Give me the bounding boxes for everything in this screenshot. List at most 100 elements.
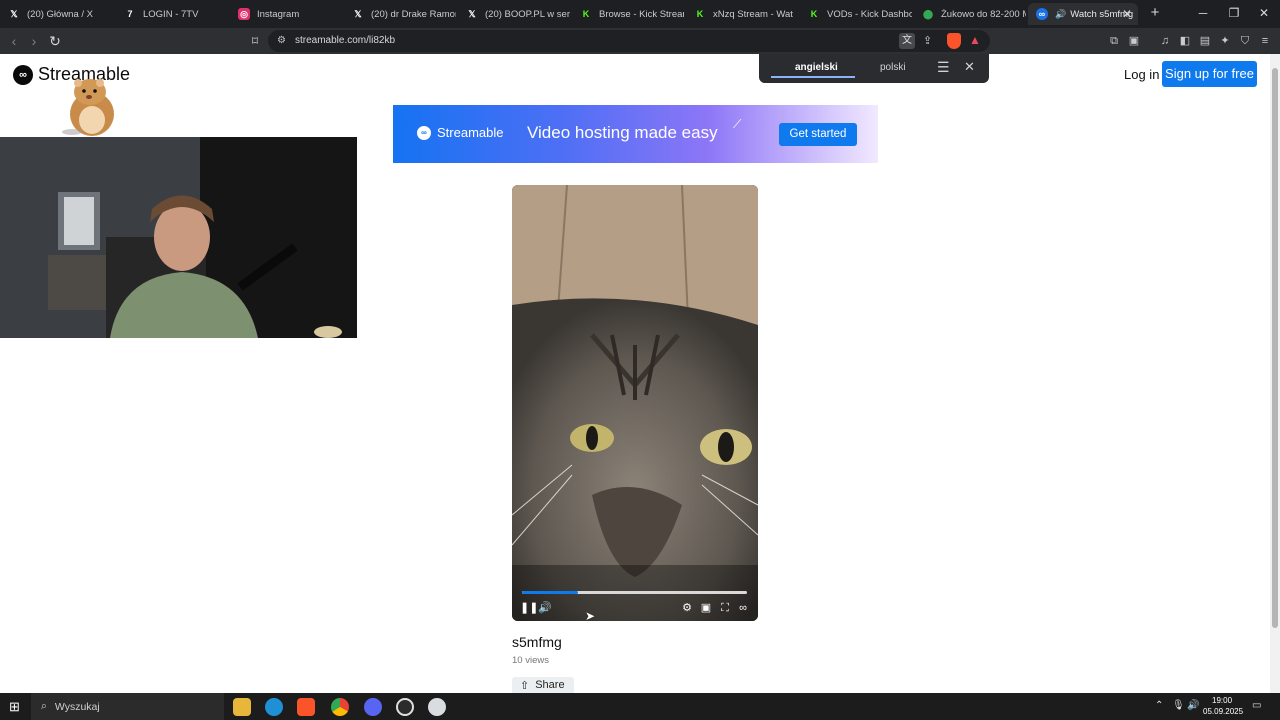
hamburger-menu-icon[interactable]: ☰ [937,59,950,76]
kick-logo-icon: K [582,9,590,19]
url-text: streamable.com/li82kb [295,35,396,46]
clock-time[interactable]: 19:00 [1212,696,1232,705]
kick-logo-icon: K [810,9,818,19]
leo-ai-icon[interactable]: ✦ [1217,33,1233,49]
minimize-icon[interactable]: ─ [1188,4,1218,22]
search-icon: ⌕ [41,700,47,712]
hamster-sticker-image [62,79,114,136]
back-icon[interactable]: ‹ [5,32,23,50]
media-icon[interactable]: ♫ [1157,33,1173,49]
close-icon[interactable]: ✕ [964,59,975,75]
pause-icon[interactable]: ❚❚ [520,601,538,615]
tab-label: (20) BOOP.PL w serwis [485,8,570,20]
menu-icon[interactable]: ≡ [1257,33,1273,49]
tab-label: (20) dr Drake Ramoray [371,8,456,20]
scrollbar-thumb[interactable] [1272,68,1278,628]
page-scrollbar[interactable] [1270,54,1280,693]
x-logo-icon: 𝕏 [468,8,476,19]
banner-tagline: Video hosting made easy [527,123,718,142]
vpn-icon[interactable]: ⛉ [1237,33,1253,49]
streamable-logo-icon: ∞ [1036,8,1048,20]
tray-expand-icon[interactable]: ⌃ [1155,700,1163,711]
share-label: Share [535,679,565,691]
address-bar[interactable]: ⚙ streamable.com/li82kb 文 ⇪ ▲ [268,30,990,52]
streamable-logo-icon: ∞ [13,64,33,85]
tab-x-drake[interactable]: 𝕏 (20) dr Drake Ramoray [344,3,456,25]
reload-icon[interactable]: ↻ [46,32,64,50]
tab-close-icon[interactable]: ✕ [1122,7,1132,21]
window-close-icon[interactable]: ✕ [1249,4,1279,22]
search-placeholder: Wyszukaj [54,700,100,713]
crypto-wallet-icon[interactable]: ▤ [1197,33,1213,49]
app-icon[interactable] [428,698,446,716]
promo-banner[interactable]: ∞ Streamable Video hosting made easy ⟋ G… [393,105,878,163]
get-started-button[interactable]: Get started [779,123,857,146]
translate-source-tab[interactable]: angielski [795,62,838,73]
speaker-icon[interactable]: 🔊 [1187,700,1199,711]
tab-streamable-active[interactable]: ∞ 🔊 Watch s5mfmg ✕ [1028,3,1138,25]
sidebar-icon[interactable]: ◧ [1177,33,1193,49]
clock-date[interactable]: 05.09.2025 [1203,707,1243,716]
tab-google-maps[interactable]: ⬤ Żukowo do 82-200 Ma [914,3,1026,25]
notifications-icon[interactable]: ▭ [1252,700,1261,711]
tab-kick-browse[interactable]: K Browse - Kick Streamin [572,3,684,25]
kick-logo-icon: K [696,9,704,19]
video-player[interactable]: ❚❚ 🔊 ⚙ ▣ ⛶ ∞ [512,185,758,621]
windows-taskbar: ⊞ ⌕ Wyszukaj ⌃ 🎙 🔊 19:00 05.09.2025 ▭ [0,693,1280,720]
login-link[interactable]: Log in [1124,67,1159,82]
share-button[interactable]: ⇧ Share [512,677,574,693]
fullscreen-icon[interactable]: ⛶ [718,601,732,615]
view-count: 10 views [512,655,549,666]
obs-icon[interactable] [396,698,414,716]
edge-browser-icon[interactable] [265,698,283,716]
wallet-icon[interactable]: ▣ [1126,33,1142,49]
chrome-browser-icon[interactable] [331,698,349,716]
video-frame [512,185,758,621]
bookmark-icon[interactable]: ⌑ [246,32,264,50]
share-page-icon[interactable]: ⇪ [923,34,932,47]
banner-brand-text: Streamable [437,125,504,140]
maps-pin-icon: ⬤ [922,8,934,19]
windows-start-icon[interactable]: ⊞ [9,699,20,715]
file-explorer-icon[interactable] [233,698,251,716]
tab-label: (20) Główna / X [27,8,93,20]
mouse-cursor-icon: ➤ [585,609,596,623]
taskbar-search-box[interactable]: ⌕ Wyszukaj [31,693,224,720]
brave-rewards-icon[interactable]: ▲ [969,33,981,47]
tab-label: VODs - Kick Dashboa [827,8,912,20]
browser-tab-strip: 𝕏 (20) Główna / X 7 LOGIN - 7TV ◎ Instag… [0,0,1280,28]
video-progress-bar[interactable] [522,591,747,594]
banner-brand: ∞ Streamable [417,125,503,140]
brave-browser-icon[interactable] [297,698,315,716]
instagram-logo-icon: ◎ [238,8,250,20]
translate-target-tab[interactable]: polski [880,62,906,73]
microphone-icon[interactable]: 🎙 [1172,700,1185,711]
site-info-icon[interactable]: ⚙ [277,35,286,46]
tab-kick-stream[interactable]: K xNzq Stream - Wat [686,3,798,25]
picture-in-picture-icon[interactable]: ▣ [699,601,713,615]
7tv-logo-icon: 7 [127,9,133,19]
translate-icon[interactable]: 文 [899,33,915,49]
webcam-overlay-image [0,137,357,338]
tab-7tv-login[interactable]: 7 LOGIN - 7TV [116,3,228,25]
volume-icon[interactable]: 🔊 [538,601,552,615]
tab-instagram[interactable]: ◎ Instagram [230,3,342,25]
speaker-icon: 🔊 [1055,8,1067,19]
settings-gear-icon[interactable]: ⚙ [680,601,694,615]
forward-icon[interactable]: › [25,32,43,50]
tab-x-home[interactable]: 𝕏 (20) Główna / X [0,3,112,25]
brave-shields-icon[interactable] [947,33,961,49]
tab-x-boop[interactable]: 𝕏 (20) BOOP.PL w serwis [458,3,570,25]
restore-icon[interactable]: ❐ [1219,4,1249,22]
sparkle-icon: ⟋ [733,117,742,131]
x-logo-icon: 𝕏 [10,8,18,19]
extensions-icon[interactable]: ⧉ [1106,33,1122,49]
signup-button[interactable]: Sign up for free [1162,61,1257,87]
tab-label: Browse - Kick Streamin [599,8,684,20]
streamable-logo-icon[interactable]: ∞ [736,601,750,615]
discord-icon[interactable] [364,698,382,716]
new-tab-button[interactable]: + [1140,4,1170,22]
tab-kick-vods[interactable]: K VODs - Kick Dashboa [800,3,912,25]
active-tab-indicator [771,76,855,78]
video-played-bar [522,591,579,594]
